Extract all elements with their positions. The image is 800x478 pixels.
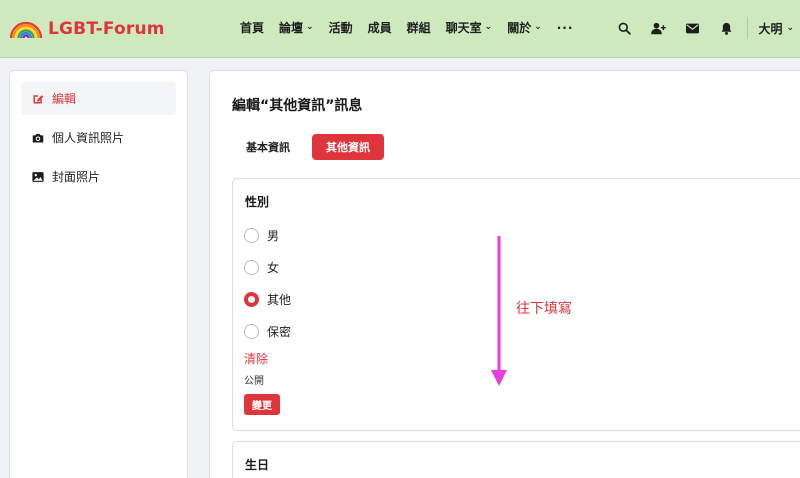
- clear-link[interactable]: 清除: [244, 350, 268, 367]
- image-icon: [32, 171, 44, 182]
- radio-button[interactable]: [244, 324, 259, 339]
- divider: [747, 17, 749, 39]
- chevron-down-icon: ⌄: [484, 21, 493, 32]
- annotation-text: 往下填寫: [516, 301, 572, 317]
- chevron-down-icon: ⌄: [786, 23, 794, 33]
- tab-basic-info[interactable]: 基本資訊: [232, 134, 304, 160]
- radio-button-checked[interactable]: [244, 292, 259, 307]
- logo-text: LGBT-Forum: [48, 19, 165, 39]
- main-nav: 首頁 論壇 ⌄ 活動 成員 群組 聊天室 ⌄ 關於 ⌄ ···: [240, 19, 573, 36]
- nav-item-chatroom[interactable]: 聊天室 ⌄: [446, 19, 493, 36]
- scroll-down-arrow-annotation: [491, 236, 507, 386]
- nav-label: 成員: [367, 21, 392, 35]
- notifications-button[interactable]: [709, 14, 743, 42]
- sidebar-item-edit[interactable]: 編輯: [21, 82, 176, 115]
- option-label: 女: [267, 261, 280, 275]
- search-icon: [618, 22, 631, 35]
- camera-icon: [32, 133, 44, 142]
- visibility-label: 公開: [244, 376, 264, 387]
- option-label: 保密: [267, 325, 292, 339]
- nav-label: 論壇: [279, 21, 304, 35]
- profile-sidebar: 編輯 個人資訊照片 封面照片: [9, 70, 188, 478]
- site-logo[interactable]: LGBT-Forum: [8, 15, 165, 43]
- sidebar-item-label: 封面照片: [52, 170, 101, 184]
- sidebar-item-label: 個人資訊照片: [52, 131, 125, 145]
- sidebar-item-label: 編輯: [52, 92, 77, 106]
- nav-label: 群組: [406, 21, 431, 35]
- messages-button[interactable]: [675, 14, 709, 42]
- nav-label: 活動: [328, 21, 353, 35]
- add-friend-button[interactable]: [641, 14, 675, 42]
- nav-more-button[interactable]: ···: [557, 21, 574, 35]
- nav-label: 關於: [507, 21, 532, 35]
- change-button[interactable]: 變更: [244, 394, 280, 415]
- sidebar-item-cover-photo[interactable]: 封面照片: [21, 160, 176, 193]
- nav-label: 首頁: [240, 21, 265, 35]
- gender-option-female[interactable]: 女: [244, 259, 279, 276]
- user-name: 大明: [758, 21, 783, 36]
- profile-tabs: 基本資訊 其他資訊: [232, 134, 384, 160]
- nav-item-events[interactable]: 活動: [329, 19, 353, 36]
- nav-item-forum[interactable]: 論壇 ⌄: [279, 19, 314, 36]
- option-label: 其他: [267, 293, 292, 307]
- gender-option-other[interactable]: 其他: [244, 291, 291, 308]
- radio-button[interactable]: [244, 228, 259, 243]
- rainbow-logo-icon: [9, 21, 43, 39]
- nav-item-home[interactable]: 首頁: [240, 19, 264, 36]
- gender-option-secret[interactable]: 保密: [244, 323, 291, 340]
- birthday-title: 生日: [245, 458, 270, 472]
- envelope-icon: [685, 23, 699, 33]
- gender-option-male[interactable]: 男: [244, 227, 279, 244]
- user-menu[interactable]: 大明 ⌄: [752, 20, 800, 37]
- tab-other-info[interactable]: 其他資訊: [312, 134, 384, 160]
- nav-item-groups[interactable]: 群組: [407, 19, 431, 36]
- nav-item-members[interactable]: 成員: [368, 19, 392, 36]
- sidebar-item-profile-photo[interactable]: 個人資訊照片: [21, 121, 176, 154]
- page-title: 編輯“其他資訊”訊息: [232, 98, 363, 114]
- birthday-card: 生日: [232, 441, 800, 478]
- option-label: 男: [267, 229, 280, 243]
- radio-button[interactable]: [244, 260, 259, 275]
- chevron-down-icon: ⌄: [306, 21, 314, 32]
- add-user-icon: [651, 22, 666, 34]
- nav-label: 聊天室: [445, 21, 482, 35]
- nav-item-about[interactable]: 關於 ⌄: [507, 19, 542, 36]
- chevron-down-icon: ⌄: [534, 21, 542, 32]
- header-actions: 大明 ⌄: [607, 14, 800, 42]
- top-navigation-bar: LGBT-Forum 首頁 論壇 ⌄ 活動 成員 群組 聊天室 ⌄ 關於 ⌄ ··· …: [0, 0, 800, 58]
- bell-icon: [721, 22, 732, 35]
- search-button[interactable]: [607, 14, 641, 42]
- gender-title: 性別: [245, 195, 270, 209]
- edit-icon: [33, 94, 44, 103]
